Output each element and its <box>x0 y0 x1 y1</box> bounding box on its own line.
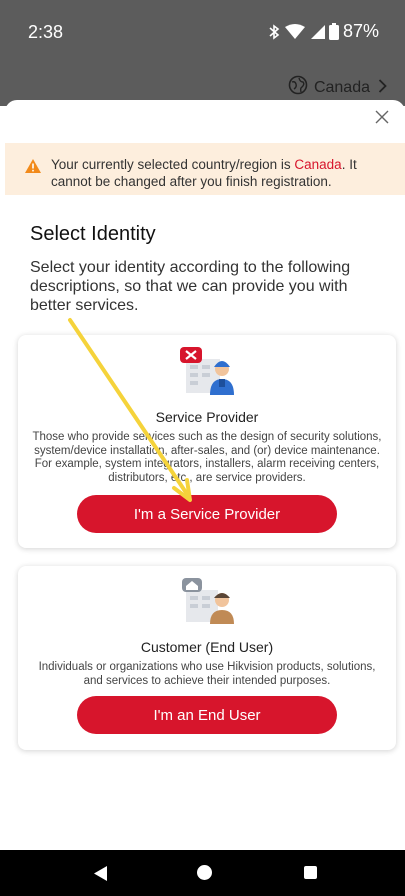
service-provider-icon <box>180 345 236 397</box>
notice-country: Canada <box>294 157 342 172</box>
card-title: Service Provider <box>155 409 259 425</box>
service-provider-button[interactable]: I'm a Service Provider <box>77 495 337 533</box>
region-selector[interactable]: Canada <box>288 75 387 100</box>
page-description: Select your identity according to the fo… <box>30 259 351 314</box>
card-description: Those who provide services such as the d… <box>32 431 382 484</box>
close-button[interactable] <box>373 108 391 126</box>
recents-icon[interactable] <box>304 866 317 879</box>
end-user-card[interactable]: Customer (End User) Individuals or organ… <box>18 566 396 750</box>
notice-text-before: Your currently selected country/region i… <box>51 157 295 172</box>
end-user-icon <box>180 574 236 626</box>
card-title: Customer (End User) <box>140 639 274 655</box>
globe-icon <box>288 75 308 100</box>
region-notice: Your currently selected country/region i… <box>5 143 405 195</box>
close-icon <box>375 110 389 124</box>
battery-icon <box>328 23 339 40</box>
signal-icon <box>309 24 325 40</box>
end-user-button[interactable]: I'm an End User <box>77 696 337 734</box>
chevron-right-icon <box>378 77 387 98</box>
bluetooth-icon <box>267 23 281 40</box>
warning-icon <box>25 159 41 177</box>
service-provider-card[interactable]: Service Provider Those who provide servi… <box>18 335 396 548</box>
home-icon[interactable] <box>197 865 212 880</box>
wifi-icon <box>284 23 305 40</box>
status-icons: 87% <box>267 21 379 42</box>
system-nav-bar <box>0 850 405 896</box>
card-description: Individuals or organizations who use Hik… <box>38 661 376 687</box>
back-icon[interactable] <box>94 866 108 886</box>
battery-percent: 87% <box>342 21 379 41</box>
page-title: Select Identity <box>30 223 156 245</box>
status-time: 2:38 <box>28 22 64 42</box>
status-bar: 2:38 87% <box>0 0 405 58</box>
region-label: Canada <box>313 78 370 96</box>
